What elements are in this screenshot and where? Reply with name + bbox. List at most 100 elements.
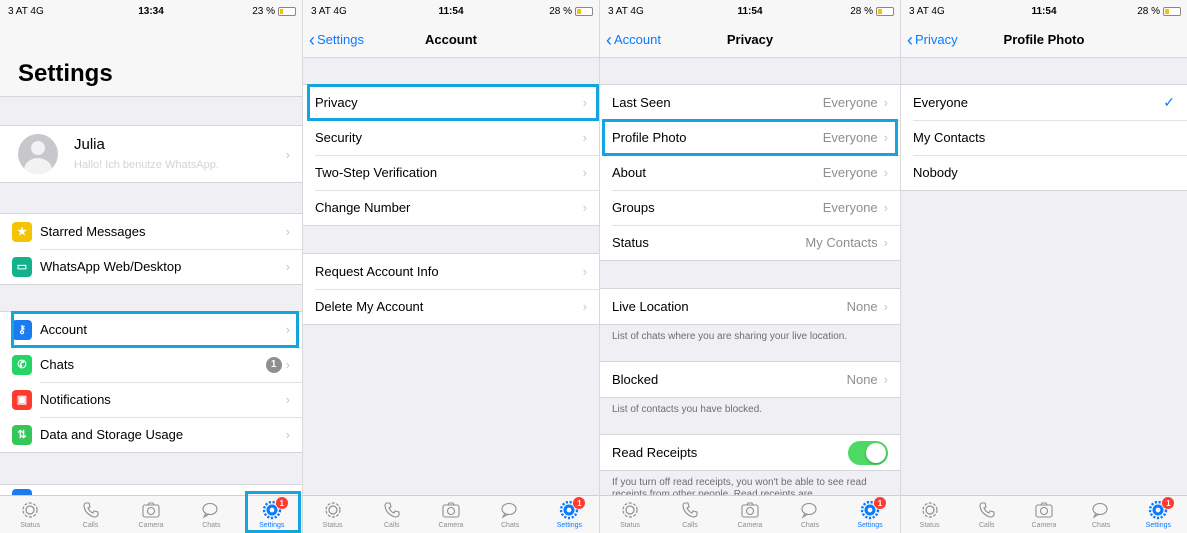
tab-label: Settings: [259, 522, 285, 529]
notification-badge: 1: [874, 497, 886, 509]
chevron-right-icon: ›: [582, 95, 587, 110]
status-icon: [323, 500, 343, 520]
tab-calls[interactable]: Calls: [664, 496, 716, 533]
tab-chats[interactable]: Chats: [784, 496, 836, 533]
tab-label: Settings: [556, 522, 582, 529]
tab-label: Status: [322, 522, 343, 529]
tab-settings[interactable]: 1 Settings: [844, 496, 896, 533]
tab-label: Calls: [682, 522, 698, 529]
tab-chats[interactable]: Chats: [1075, 496, 1127, 533]
tab-status[interactable]: Status: [307, 496, 359, 533]
nav-bar: ‹ Privacy Profile Photo: [901, 22, 1187, 58]
chevron-right-icon: ›: [285, 146, 290, 162]
item-label: Groups: [612, 200, 655, 215]
checkmark-icon: ✓: [1163, 94, 1175, 110]
account-item-security[interactable]: Security ›: [303, 120, 599, 155]
option-my-contacts[interactable]: My Contacts: [901, 120, 1187, 155]
item-value: My Contacts: [805, 235, 878, 250]
privacy-item-read-receipts: Read Receipts: [600, 435, 900, 470]
settings-group-b: ⚷ Account › ✆ Chats 1 › ▣ Notifications …: [0, 311, 302, 453]
tab-status[interactable]: Status: [4, 496, 56, 533]
chevron-right-icon: ›: [285, 357, 290, 372]
tab-settings[interactable]: 1 Settings: [543, 496, 595, 533]
key-icon: ⚷: [12, 319, 32, 340]
tab-label: Chats: [1092, 522, 1111, 529]
privacy-item-about[interactable]: About Everyone ›: [600, 155, 900, 190]
visibility-options: Everyone ✓ My Contacts Nobody: [901, 84, 1187, 191]
chevron-right-icon: ›: [883, 95, 888, 110]
tab-calls[interactable]: Calls: [961, 496, 1013, 533]
settings-item-chats[interactable]: ✆ Chats 1 ›: [0, 347, 302, 382]
read-receipts-toggle[interactable]: [848, 440, 888, 465]
privacy-item-live-location[interactable]: Live Location None ›: [600, 289, 900, 324]
chevron-right-icon: ›: [285, 392, 290, 407]
status-bar: 3 AT 4G 13:34 23 %: [0, 0, 302, 22]
item-label: Read Receipts: [612, 445, 698, 460]
profile-name: Julia: [74, 136, 105, 153]
tab-camera[interactable]: Camera: [425, 496, 477, 533]
privacy-item-blocked[interactable]: Blocked None ›: [600, 362, 900, 397]
privacy-item-profile-photo[interactable]: Profile Photo Everyone ›: [600, 120, 900, 155]
privacy-item-groups[interactable]: Groups Everyone ›: [600, 190, 900, 225]
tab-label: Camera: [438, 522, 464, 529]
account-item-two-step[interactable]: Two-Step Verification ›: [303, 155, 599, 190]
tab-settings[interactable]: 1 Settings: [1132, 496, 1184, 533]
settings-item-notifications[interactable]: ▣ Notifications ›: [0, 382, 302, 417]
tab-label: Camera: [138, 522, 164, 529]
tab-calls[interactable]: Calls: [366, 496, 418, 533]
tab-bar: Status Calls Camera Chats 1 Settings: [0, 495, 302, 533]
tab-settings[interactable]: 1 Settings: [246, 496, 298, 533]
tab-label: Chats: [800, 522, 820, 529]
item-label: Profile Photo: [612, 130, 687, 145]
tab-status[interactable]: Status: [604, 496, 656, 533]
chevron-right-icon: ›: [883, 372, 888, 387]
tab-label: Camera: [737, 522, 763, 529]
profile-row[interactable]: Julia Hallo! Ich benutze WhatsApp. ›: [0, 126, 302, 182]
camera-icon: [1034, 500, 1054, 520]
battery-percent: 28 %: [850, 6, 873, 17]
account-item-privacy[interactable]: Privacy ›: [303, 85, 599, 120]
data-arrows-icon: ⇅: [12, 424, 32, 445]
tab-status[interactable]: Status: [904, 496, 956, 533]
account-item-change-number[interactable]: Change Number ›: [303, 190, 599, 225]
chevron-right-icon: ›: [883, 165, 888, 180]
tab-camera[interactable]: Camera: [724, 496, 776, 533]
settings-item-data-storage[interactable]: ⇅ Data and Storage Usage ›: [0, 417, 302, 452]
tab-label: Status: [20, 522, 41, 529]
chevron-right-icon: ›: [285, 224, 290, 239]
tab-camera[interactable]: Camera: [125, 496, 177, 533]
page-title: Account: [425, 32, 477, 47]
chevron-right-icon: ›: [582, 299, 587, 314]
settings-item-label: WhatsApp Web/Desktop: [40, 259, 182, 274]
page-title: Settings: [18, 60, 113, 87]
chevron-right-icon: ›: [582, 264, 587, 279]
notification-badge: 1: [573, 497, 586, 509]
option-everyone[interactable]: Everyone ✓: [901, 85, 1187, 120]
settings-item-whatsapp-web[interactable]: ▭ WhatsApp Web/Desktop ›: [0, 249, 302, 284]
account-item-delete[interactable]: Delete My Account ›: [303, 289, 599, 324]
laptop-icon: ▭: [12, 256, 32, 277]
option-nobody[interactable]: Nobody: [901, 155, 1187, 190]
star-icon: ★: [12, 221, 32, 242]
tab-chats[interactable]: Chats: [484, 496, 536, 533]
tab-calls[interactable]: Calls: [65, 496, 117, 533]
account-item-request-info[interactable]: Request Account Info ›: [303, 254, 599, 289]
chat-bubbles-icon: [800, 500, 820, 520]
count-badge: 1: [265, 356, 282, 373]
page-title: Profile Photo: [1003, 32, 1085, 47]
privacy-item-status[interactable]: Status My Contacts ›: [600, 225, 900, 260]
item-label: Status: [612, 235, 649, 250]
tab-bar: Status Calls Camera Chats 1 Settings: [600, 495, 900, 533]
camera-icon: [740, 500, 760, 520]
phone-icon: [977, 500, 997, 520]
chevron-right-icon: ›: [883, 130, 888, 145]
tab-camera[interactable]: Camera: [1018, 496, 1070, 533]
privacy-item-last-seen[interactable]: Last Seen Everyone ›: [600, 85, 900, 120]
chevron-right-icon: ›: [883, 235, 888, 250]
tab-chats[interactable]: Chats: [185, 496, 237, 533]
settings-item-account[interactable]: ⚷ Account ›: [0, 312, 302, 347]
settings-item-starred-messages[interactable]: ★ Starred Messages ›: [0, 214, 302, 249]
chevron-right-icon: ›: [285, 427, 290, 442]
account-group-a: Privacy › Security › Two-Step Verification…: [303, 84, 599, 226]
chevron-right-icon: ›: [582, 200, 587, 215]
